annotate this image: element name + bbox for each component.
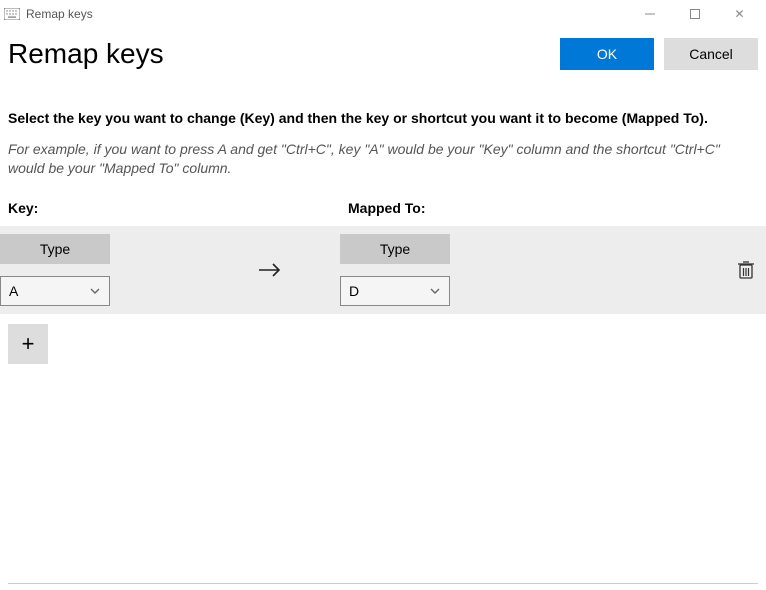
page-title: Remap keys <box>8 38 164 70</box>
close-icon: ✕ <box>734 7 744 21</box>
minimize-button[interactable] <box>627 0 672 28</box>
ok-button[interactable]: OK <box>560 38 654 70</box>
arrow-icon <box>200 260 340 280</box>
trash-icon <box>737 260 755 280</box>
window-title: Remap keys <box>26 7 93 21</box>
chevron-down-icon <box>429 285 441 297</box>
columns-header: Key: Mapped To: <box>8 200 758 216</box>
maximize-button[interactable] <box>672 0 717 28</box>
cancel-button[interactable]: Cancel <box>664 38 758 70</box>
close-button[interactable]: ✕ <box>717 0 762 28</box>
divider <box>8 583 758 584</box>
delete-row-button[interactable] <box>726 260 766 280</box>
app-icon <box>4 8 20 20</box>
mapped-cell: Type D <box>340 234 540 306</box>
key-type-button[interactable]: Type <box>0 234 110 264</box>
mapped-type-button[interactable]: Type <box>340 234 450 264</box>
header-row: Remap keys OK Cancel <box>0 28 766 84</box>
content-area: Select the key you want to change (Key) … <box>0 84 766 216</box>
key-cell: Type A <box>0 234 200 306</box>
key-select[interactable]: A <box>0 276 110 306</box>
key-column-header: Key: <box>8 200 348 216</box>
mapped-select-value: D <box>349 283 359 299</box>
chevron-down-icon <box>89 285 101 297</box>
add-row-button[interactable]: + <box>8 324 48 364</box>
key-select-value: A <box>9 283 18 299</box>
mapped-column-header: Mapped To: <box>348 200 758 216</box>
mapping-row: Type A Type D <box>0 226 766 314</box>
example-text: For example, if you want to press A and … <box>8 140 758 178</box>
titlebar: Remap keys ✕ <box>0 0 766 28</box>
mapped-select[interactable]: D <box>340 276 450 306</box>
plus-icon: + <box>22 331 35 357</box>
instruction-text: Select the key you want to change (Key) … <box>8 110 758 126</box>
